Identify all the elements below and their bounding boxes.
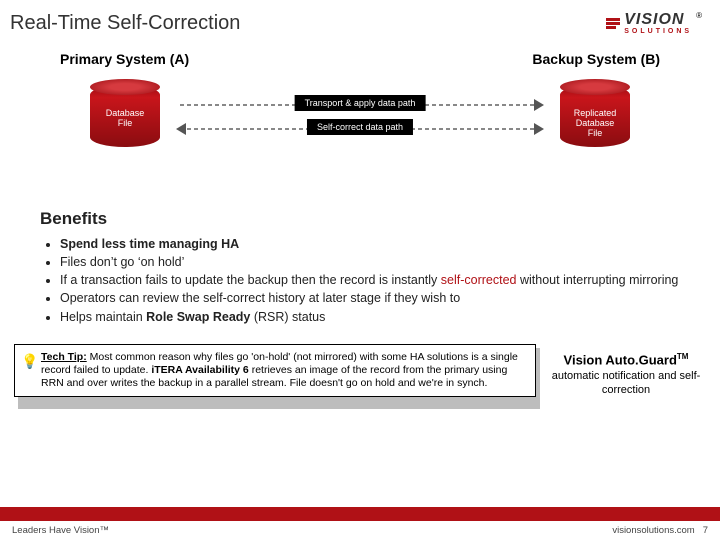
tech-tip-box: 💡 Tech Tip: Most common reason why files… [14, 344, 536, 406]
list-item: Operators can review the self-correct hi… [60, 289, 680, 307]
cylinder-a-label: Database File [90, 109, 160, 129]
arrow-self-correct: Self-correct data path [180, 119, 540, 139]
lightbulb-icon: 💡 [21, 353, 38, 371]
arrow-right-icon [534, 123, 544, 135]
autoguard-title: Vision Auto.Guard [564, 352, 677, 367]
cylinder-b-label: Replicated Database File [560, 109, 630, 139]
footer-redbar [0, 507, 720, 521]
autoguard-line: automatic notification and self-correcti… [550, 369, 702, 398]
list-item: Helps maintain Role Swap Ready (RSR) sta… [60, 308, 680, 326]
backup-system-label: Backup System (B) [532, 51, 660, 67]
primary-system-label: Primary System (A) [60, 51, 189, 67]
page-title: Real-Time Self-Correction [10, 12, 240, 35]
arrow-top-label: Transport & apply data path [295, 95, 426, 111]
arrow-transport: Transport & apply data path [180, 95, 540, 115]
benefits-heading: Benefits [40, 209, 720, 229]
benefits-list: Spend less time managing HA Files don’t … [60, 235, 680, 326]
registered-icon: ® [696, 11, 702, 20]
diagram: Primary System (A) Backup System (B) Dat… [40, 51, 680, 191]
logo-text-sub: SOLUTIONS [624, 28, 692, 35]
list-item: Files don’t go ‘on hold’ [60, 253, 680, 271]
autoguard-box: Vision Auto.GuardTM automatic notificati… [546, 344, 706, 406]
tip-body-bold: iTERA Availability 6 [151, 364, 248, 376]
arrow-left-icon [176, 123, 186, 135]
logo-text-main: VISION [624, 12, 692, 28]
tm-icon: TM [677, 352, 689, 361]
tip-label: Tech Tip: [41, 351, 87, 363]
database-cylinder-icon: Database File [90, 85, 160, 147]
list-item: Spend less time managing HA [60, 235, 680, 253]
arrow-right-icon [534, 99, 544, 111]
replicated-cylinder-icon: Replicated Database File [560, 85, 630, 147]
footer-tagline: Leaders Have Vision™ [12, 525, 109, 536]
logo: VISION SOLUTIONS ® [606, 12, 702, 35]
logo-mark-icon [606, 18, 620, 29]
page-number: 7 [703, 525, 708, 536]
footer: Leaders Have Vision™ visionsolutions.com… [0, 507, 720, 540]
footer-site: visionsolutions.com [612, 525, 694, 536]
arrow-bottom-label: Self-correct data path [307, 119, 413, 135]
list-item: If a transaction fails to update the bac… [60, 271, 680, 289]
